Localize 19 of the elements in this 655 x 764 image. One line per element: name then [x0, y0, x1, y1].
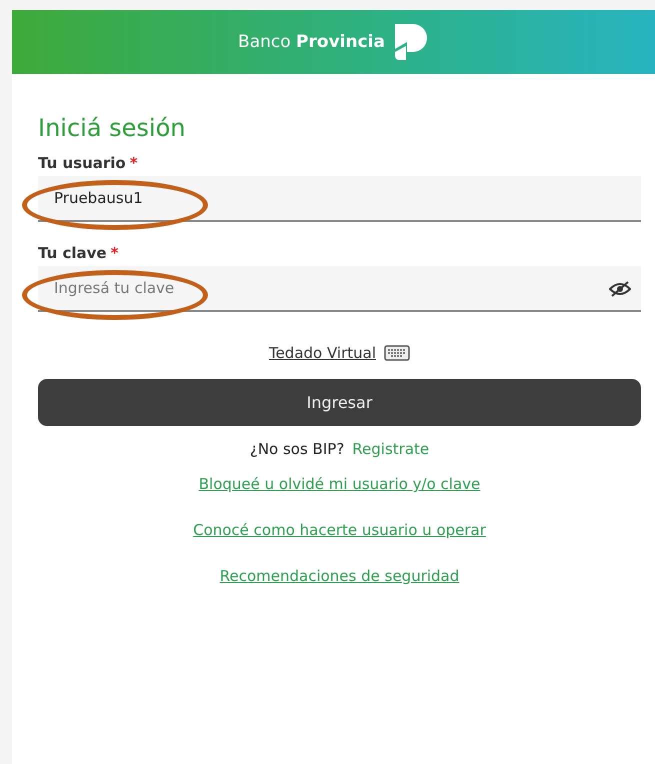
field-label: Tu clave	[38, 244, 107, 262]
login-button[interactable]: Ingresar	[38, 379, 641, 426]
keyboard-icon	[384, 345, 410, 361]
eye-slash-icon	[609, 281, 631, 297]
password-field[interactable]: Ingresá tu clave	[38, 266, 641, 312]
username-field[interactable]: Pruebausu1	[38, 176, 641, 222]
field-label: Tu usuario	[38, 154, 126, 172]
help-link[interactable]: Recomendaciones de seguridad	[220, 567, 460, 585]
help-link[interactable]: Bloqueé u olvidé mi usuario y/o clave	[198, 475, 480, 493]
brand-name: Banco Provincia	[238, 32, 385, 52]
register-link[interactable]: Registrate	[352, 440, 430, 458]
virtual-keyboard-link[interactable]: Tedado Virtual	[268, 344, 376, 362]
hide-password-button[interactable]	[609, 281, 631, 297]
help-link[interactable]: Conocé como hacerte usuario u operar	[193, 521, 486, 539]
required-mark: *	[110, 244, 118, 262]
required-mark: *	[130, 154, 138, 172]
register-question: ¿No sos BIP?	[250, 440, 344, 458]
page-title: Iniciá sesión	[38, 114, 186, 142]
logo-icon	[392, 22, 429, 62]
